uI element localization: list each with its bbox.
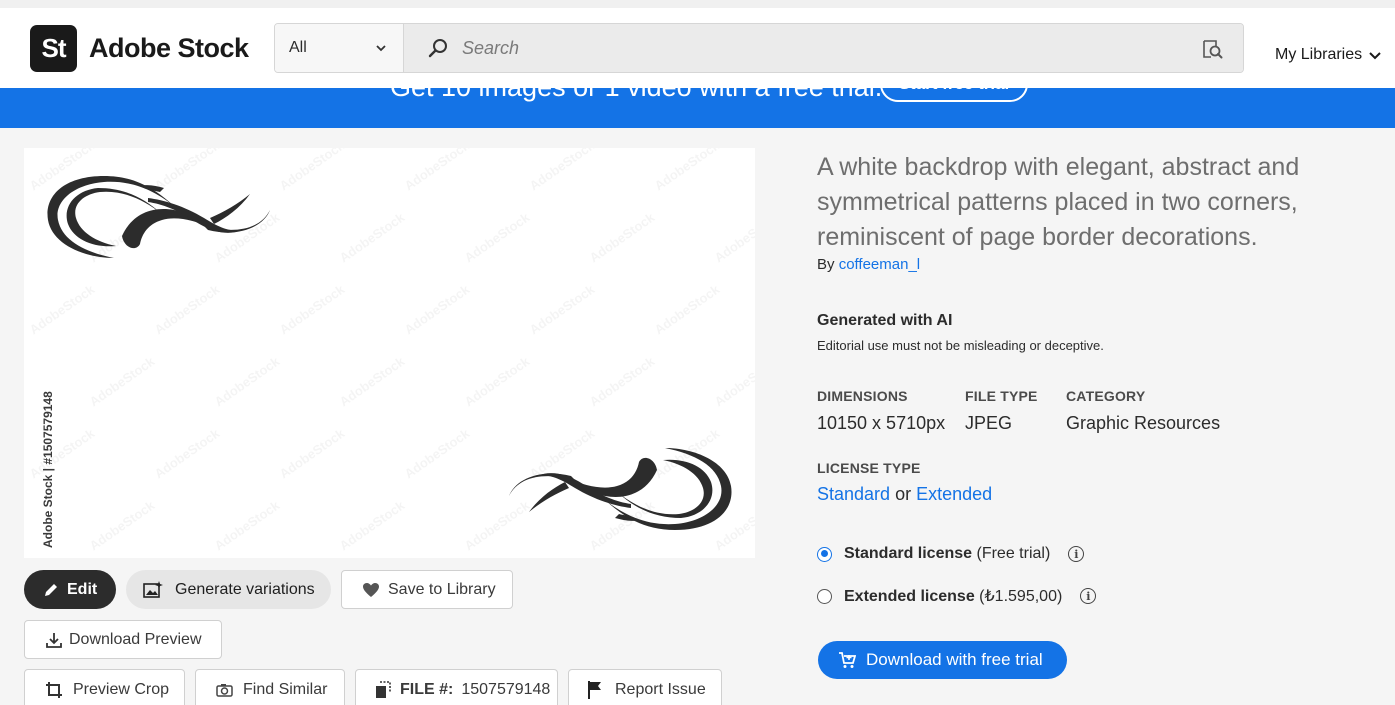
camera-icon — [216, 684, 233, 697]
logo-mark: St — [30, 25, 77, 72]
my-libraries-label: My Libraries — [1275, 46, 1363, 63]
search-scope-value: All — [289, 39, 307, 56]
search-field — [404, 24, 1243, 72]
my-libraries-menu[interactable]: My Libraries — [1275, 46, 1382, 64]
license-extended-link[interactable]: Extended — [916, 484, 992, 504]
info-icon[interactable]: i — [1080, 588, 1097, 604]
extended-license-option[interactable]: Extended license (₺1.595,00) i — [817, 586, 1097, 606]
extended-license-radio[interactable] — [817, 588, 832, 604]
preview-crop-button[interactable]: Preview Crop — [24, 669, 185, 705]
generate-label: Generate variations — [175, 580, 315, 598]
download-free-trial-label: Download with free trial — [866, 650, 1043, 669]
top-header: St Adobe Stock All My Libraries — [0, 0, 1395, 88]
preview-side-credit: Adobe Stock | #1507579148 — [41, 391, 55, 548]
standard-license-detail: (Free trial) — [976, 545, 1051, 562]
standard-license-name: Standard license — [844, 545, 973, 562]
banner-text: Get 10 images or 1 video with a free tri… — [390, 88, 882, 103]
report-issue-button[interactable]: Report Issue — [568, 669, 722, 705]
download-preview-button[interactable]: Download Preview — [24, 620, 222, 659]
asset-title: A white backdrop with elegant, abstract … — [817, 153, 1300, 251]
copy-icon — [376, 681, 391, 698]
adobe-stock-logo[interactable]: St Adobe Stock — [30, 25, 249, 72]
generate-variations-button[interactable]: Generate variations — [126, 570, 331, 609]
author-link[interactable]: coffeeman_l — [839, 256, 920, 273]
free-trial-banner: Get 10 images or 1 video with a free tri… — [0, 88, 1395, 128]
image-sparkle-icon — [143, 580, 163, 598]
find-similar-label: Find Similar — [243, 681, 328, 698]
license-type-label: LICENSE TYPE — [817, 460, 921, 476]
standard-license-radio[interactable] — [817, 546, 832, 562]
author-line: By coffeeman_l — [817, 256, 920, 273]
find-similar-button[interactable]: Find Similar — [195, 669, 345, 705]
cart-icon — [839, 652, 856, 668]
search-input[interactable] — [462, 37, 1162, 59]
category-label: CATEGORY — [1066, 388, 1146, 404]
file-type-value: JPEG — [965, 413, 1013, 433]
preview-crop-label: Preview Crop — [73, 681, 170, 698]
save-label: Save to Library — [388, 580, 496, 598]
search-scope-select[interactable]: All — [275, 24, 404, 72]
ornament-top-left — [47, 176, 732, 530]
report-issue-label: Report Issue — [615, 681, 706, 698]
extended-license-name: Extended license — [844, 588, 975, 605]
info-icon[interactable]: i — [1068, 546, 1085, 562]
crop-icon — [46, 682, 62, 698]
by-label: By — [817, 256, 835, 273]
visual-search-icon[interactable] — [1201, 38, 1223, 60]
search-bar: All — [274, 23, 1244, 73]
generated-ai-note: Editorial use must not be misleading or … — [817, 338, 1104, 353]
extended-license-detail: (₺1.595,00) — [979, 588, 1063, 605]
asset-preview-image[interactable]: AdobeStockAdobeStockAdobeStockAdobeStock… — [24, 148, 755, 558]
file-number-label: FILE #: — [400, 681, 454, 698]
chevron-down-icon — [1369, 52, 1381, 60]
flag-icon — [588, 681, 601, 699]
download-icon — [46, 632, 62, 648]
file-type-label: FILE TYPE — [965, 388, 1038, 404]
download-preview-label: Download Preview — [69, 630, 202, 648]
search-icon — [428, 39, 447, 58]
chevron-down-icon — [376, 45, 386, 52]
dimensions-value: 10150 x 5710px — [817, 413, 946, 433]
generated-ai-heading: Generated with AI — [817, 312, 953, 329]
license-types: Standard or Extended — [817, 484, 992, 505]
download-free-trial-button[interactable]: Download with free trial — [818, 641, 1067, 679]
file-number-button[interactable]: FILE #: 1507579148 — [355, 669, 558, 705]
license-standard-link[interactable]: Standard — [817, 484, 890, 504]
logo-text: Adobe Stock — [89, 33, 249, 63]
heart-icon — [363, 582, 379, 597]
save-to-library-button[interactable]: Save to Library — [341, 570, 513, 609]
standard-license-option[interactable]: Standard license (Free trial) i — [817, 545, 1085, 563]
start-trial-button[interactable]: Start free trial — [880, 88, 1028, 102]
category-link[interactable]: Graphic Resources — [1066, 413, 1220, 434]
dimensions-label: DIMENSIONS — [817, 388, 908, 404]
edit-button[interactable]: Edit — [24, 570, 116, 609]
edit-label: Edit — [67, 580, 98, 598]
file-number-value: 1507579148 — [461, 681, 551, 698]
pencil-icon — [45, 583, 57, 596]
license-or: or — [895, 484, 912, 504]
